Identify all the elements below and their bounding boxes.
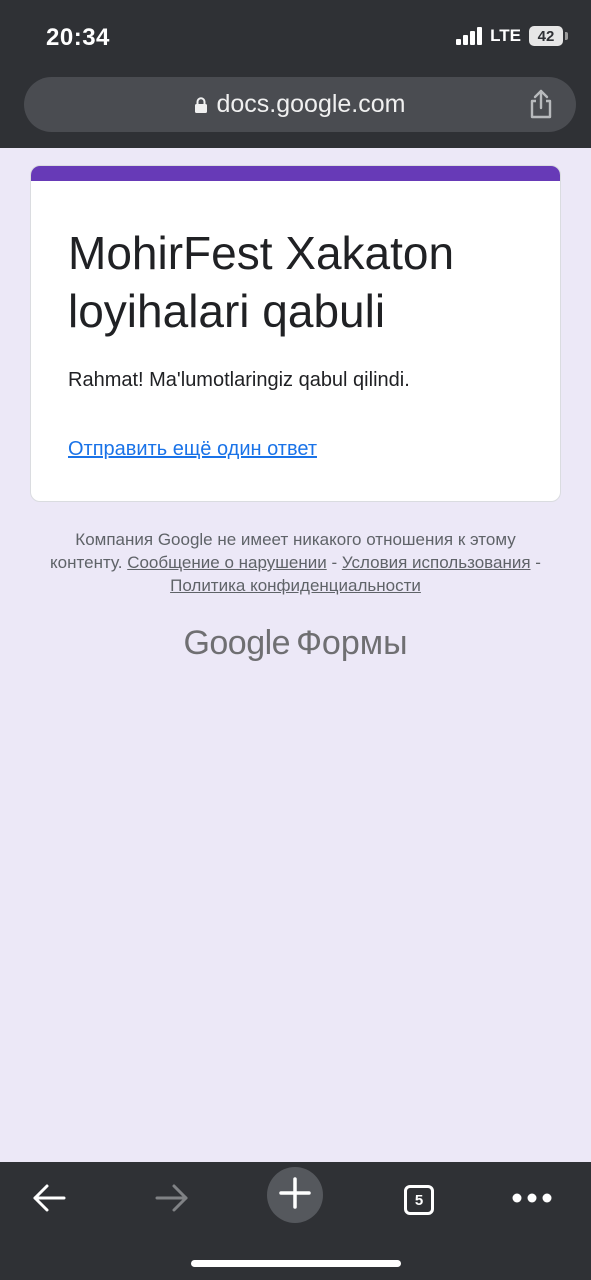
status-time: 20:34 [46,24,110,51]
separator: - [535,553,541,572]
battery-icon: 42 [529,26,568,46]
submit-another-response-link[interactable]: Отправить ещё один ответ [68,438,317,461]
share-icon[interactable] [526,88,556,120]
brand-product: Формы [296,624,408,662]
new-tab-button[interactable] [267,1167,323,1223]
status-indicators: LTE 42 [456,26,568,46]
tabs-button[interactable]: 5 [389,1170,449,1230]
forward-icon [153,1182,191,1219]
form-card: MohirFest Xakaton loyihalari qabuli Rahm… [30,165,561,502]
privacy-link[interactable]: Политика конфиденциальности [170,576,421,595]
more-menu-button[interactable] [502,1170,562,1230]
tabs-icon: 5 [404,1185,434,1215]
terms-link[interactable]: Условия использования [342,553,531,572]
confirmation-message: Rahmat! Ma'lumotlaringiz qabul qilindi. [68,369,410,391]
tab-count: 5 [414,1191,424,1209]
card-accent-bar [31,166,560,181]
address-bar[interactable]: docs.google.com [24,77,576,132]
back-icon [30,1182,68,1219]
back-button[interactable] [19,1170,79,1230]
report-abuse-link[interactable]: Сообщение о нарушении [127,553,327,572]
disclaimer: Компания Google не имеет никакого отноше… [40,528,551,597]
home-indicator[interactable] [191,1260,401,1267]
form-title: MohirFest Xakaton loyihalari qabuli [68,227,455,337]
top-chrome: 20:34 LTE 42 docs.google.com [0,0,591,148]
brand-google: Google [183,624,291,662]
battery-level: 42 [537,27,555,45]
url-text[interactable]: docs.google.com [216,90,405,119]
lock-icon [194,96,208,113]
google-forms-logo[interactable]: Google Формы [0,624,591,663]
more-icon [511,1191,553,1209]
forward-button[interactable] [142,1170,202,1230]
cellular-signal-icon [456,27,483,45]
network-type: LTE [490,26,521,45]
new-tab-icon [278,1176,312,1215]
separator: - [331,553,338,572]
